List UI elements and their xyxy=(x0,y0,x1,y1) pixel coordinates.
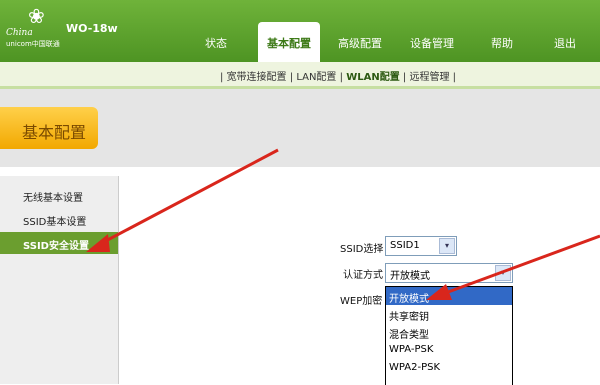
chevron-down-icon[interactable]: ▾ xyxy=(439,238,455,254)
auth-method-select[interactable]: 开放模式 ▾ xyxy=(385,263,513,283)
auth-method-value: 开放模式 xyxy=(390,271,430,282)
sidebar-item-ssid-security[interactable]: SSID安全设置 xyxy=(0,232,118,254)
subnav-separator: | xyxy=(452,72,457,83)
dropdown-option-shared-key[interactable]: 共享密钥 xyxy=(386,305,512,323)
nav-tab-status[interactable]: 状态 xyxy=(187,22,247,62)
section-title-tab: 基本配置 xyxy=(0,107,98,149)
china-unicom-logo: ❀ China unicom中国联通 xyxy=(6,6,64,52)
dropdown-option-label: 混合类型 xyxy=(389,330,429,341)
subnav-separator: | xyxy=(402,72,407,83)
subnav-item-remote[interactable]: 远程管理 xyxy=(409,72,449,83)
sidebar-item-label: 无线基本设置 xyxy=(23,193,83,204)
dropdown-option-wpa-psk[interactable]: WPA-PSK xyxy=(386,341,512,359)
chevron-down-icon[interactable]: ▾ xyxy=(495,265,511,281)
ssid-select-value: SSID1 xyxy=(390,240,420,251)
nav-tab-label: 帮助 xyxy=(491,37,513,50)
nav-tab-label: 高级配置 xyxy=(338,37,382,50)
dropdown-option-label: WPA-PSK xyxy=(389,344,434,355)
logo-text-line2: unicom中国联通 xyxy=(6,40,60,48)
dropdown-option-open[interactable]: 开放模式 xyxy=(386,287,512,305)
device-model: WO-18w xyxy=(66,22,118,35)
nav-tab-label: 基本配置 xyxy=(267,37,311,50)
nav-tab-logout[interactable]: 退出 xyxy=(544,22,594,62)
ssid-select[interactable]: SSID1 ▾ xyxy=(385,236,457,256)
unicom-knot-icon: ❀ xyxy=(28,4,45,28)
sub-navigation: | 宽带连接配置 | LAN配置 | WLAN配置 | 远程管理 | xyxy=(0,62,600,89)
subnav-item-lan[interactable]: LAN配置 xyxy=(296,72,336,83)
auth-method-dropdown-list: 开放模式 共享密钥 混合类型 WPA-PSK WPA2-PSK xyxy=(385,286,513,385)
sidebar-item-ssid-basic[interactable]: SSID基本设置 xyxy=(0,208,118,230)
sidebar: 无线基本设置 SSID基本设置 SSID安全设置 xyxy=(0,176,119,384)
logo-text-line1: China xyxy=(6,28,33,38)
nav-tab-advanced-config[interactable]: 高级配置 xyxy=(330,22,390,62)
nav-tab-label: 设备管理 xyxy=(410,37,454,50)
section-title: 基本配置 xyxy=(22,123,87,142)
top-header: ❀ China unicom中国联通 WO-18w 状态 基本配置 高级配置 设… xyxy=(0,0,600,62)
wep-encryption-label: WEP加密 xyxy=(340,296,383,307)
dropdown-option-label: WPA2-PSK xyxy=(389,362,441,373)
dropdown-option-wpa2-psk[interactable]: WPA2-PSK xyxy=(386,359,512,377)
subnav-separator: | xyxy=(289,72,294,83)
nav-tab-label: 退出 xyxy=(554,37,576,50)
dropdown-option-label: 开放模式 xyxy=(389,294,429,305)
nav-tab-active-bg: 基本配置 xyxy=(258,22,320,62)
sidebar-item-wireless-basic[interactable]: 无线基本设置 xyxy=(0,184,118,206)
subnav-items: | 宽带连接配置 | LAN配置 | WLAN配置 | 远程管理 | xyxy=(220,68,456,83)
subnav-separator: | xyxy=(339,72,343,83)
subnav-item-broadband[interactable]: 宽带连接配置 xyxy=(227,72,287,83)
nav-tab-help[interactable]: 帮助 xyxy=(478,22,528,62)
ssid-select-label: SSID选择 xyxy=(340,244,384,255)
nav-tab-device-management[interactable]: 设备管理 xyxy=(402,22,462,62)
nav-tab-label: 状态 xyxy=(205,37,227,50)
subnav-separator: | xyxy=(220,72,224,83)
dropdown-option-label: 共享密钥 xyxy=(389,312,429,323)
dropdown-option-mixed[interactable]: 混合类型 xyxy=(386,323,512,341)
sidebar-item-label: SSID基本设置 xyxy=(23,217,87,228)
sidebar-item-label: SSID安全设置 xyxy=(23,241,89,252)
subnav-item-wlan[interactable]: WLAN配置 xyxy=(346,72,400,83)
nav-tab-basic-config[interactable]: 基本配置 xyxy=(258,22,320,62)
auth-method-label: 认证方式 xyxy=(343,270,383,281)
